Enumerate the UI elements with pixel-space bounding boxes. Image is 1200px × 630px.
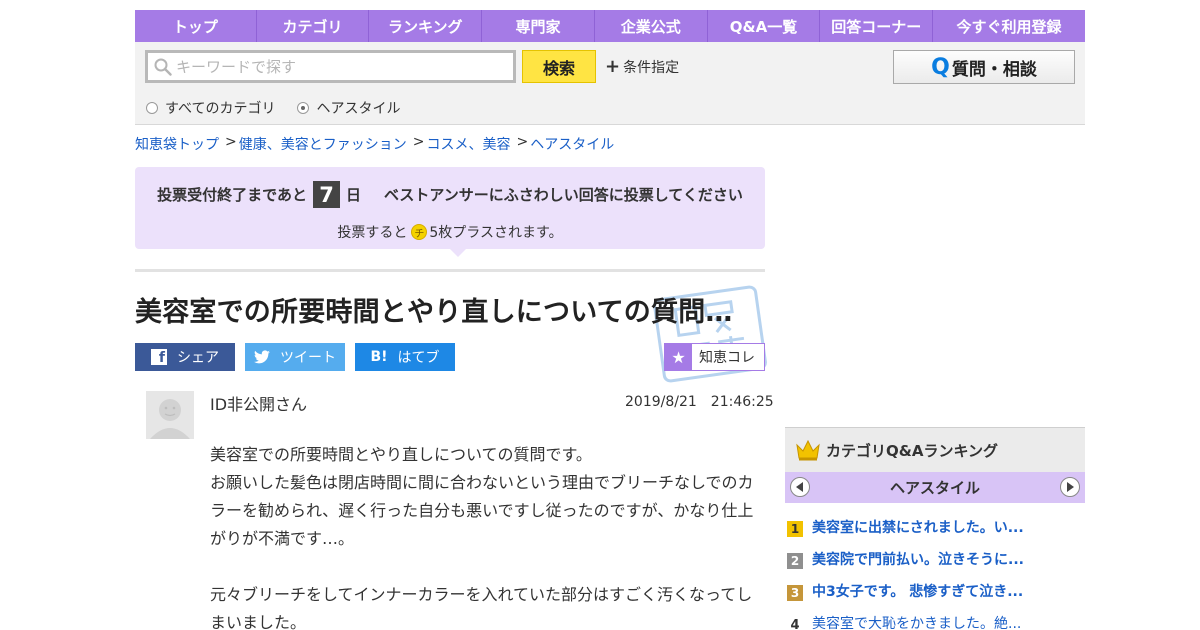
radio-all-categories[interactable]: すべてのカテゴリ [146, 98, 275, 118]
facebook-share-label: シェア [177, 350, 219, 366]
hatena-bookmark-label: はてブ [397, 350, 440, 366]
radio-current-label: ヘアスタイル [316, 101, 401, 117]
ranking-category-bar: ヘアスタイル [785, 472, 1085, 503]
ranking-item-link[interactable]: 中3女子です。 悲惨すぎて泣き... [812, 581, 1023, 603]
radio-off-icon [146, 102, 158, 114]
ranking-item-link[interactable]: 美容室で大恥をかきました。絶... [812, 613, 1021, 630]
hatena-bookmark-icon: B! [370, 349, 388, 365]
radio-on-icon [297, 102, 310, 114]
ranking-category-name: ヘアスタイル [889, 479, 980, 497]
nav-register[interactable]: 今すぐ利用登録 [933, 10, 1085, 42]
condition-toggle[interactable]: + 条件指定 [605, 57, 679, 77]
ranking-title: カテゴリQ&Aランキング [826, 441, 998, 460]
ranking-prev-button[interactable] [790, 477, 810, 497]
ranking-item: 4 美容室で大恥をかきました。絶... [785, 613, 1085, 630]
question-title: 美容室での所要時間とやり直しについての質問… [135, 297, 733, 328]
vote-reward-suffix: 5枚プラスされます。 [429, 225, 563, 241]
search-box [145, 50, 516, 83]
radio-current-category[interactable]: ヘアスタイル [297, 98, 400, 118]
search-band: 検索 + 条件指定 Q 質問・相談 すべてのカテゴリ ヘアスタイル [135, 42, 1085, 125]
facebook-share-button[interactable]: f シェア [135, 343, 235, 371]
ranking-item: 2 美容院で門前払い。泣きそうに... [785, 549, 1085, 581]
twitter-share-label: ツイート [280, 350, 336, 366]
avatar [146, 391, 194, 439]
rank-number-badge: 3 [787, 585, 803, 601]
search-button[interactable]: 検索 [522, 50, 596, 83]
question-body: 美容室での所要時間とやり直しについての質問です。 お願いした髪色は閉店時間に間に… [210, 441, 755, 630]
twitter-bird-icon [254, 350, 270, 364]
nav-experts[interactable]: 専門家 [482, 10, 595, 42]
vote-banner-tail [450, 249, 466, 257]
twitter-share-button[interactable]: ツイート [245, 343, 345, 371]
ask-question-label: 質問・相談 [951, 59, 1037, 80]
chiekore-button[interactable]: ★ 知恵コレ [664, 343, 765, 371]
question-body-paragraph: 元々ブリーチをしてインナーカラーを入れていた部分はすごく汚くなってしまいました。 [210, 585, 753, 630]
nav-category[interactable]: カテゴリ [257, 10, 370, 42]
breadcrumb-link-health[interactable]: 健康、美容とファッション [239, 134, 407, 154]
breadcrumb-link-cosme[interactable]: コスメ、美容 [426, 134, 510, 154]
global-nav: トップ カテゴリ ランキング 専門家 企業公式 Q&A一覧 回答コーナー 今すぐ… [135, 10, 1085, 42]
condition-label: 条件指定 [623, 60, 680, 76]
hatena-bookmark-button[interactable]: B! はてブ [355, 343, 455, 371]
crown-icon [796, 439, 820, 461]
chevron-left-icon [796, 482, 803, 492]
ranking-item-link[interactable]: 美容院で門前払い。泣きそうに... [812, 549, 1024, 571]
search-input[interactable] [176, 57, 496, 76]
chie-coin-icon: チ [411, 224, 428, 240]
divider [135, 269, 765, 272]
vote-message: ベストアンサーにふさわしい回答に投票してください [384, 186, 743, 204]
nav-ranking[interactable]: ランキング [369, 10, 483, 42]
nav-top[interactable]: トップ [135, 10, 257, 42]
nav-official[interactable]: 企業公式 [595, 10, 708, 42]
default-user-icon [146, 391, 194, 439]
breadcrumb: 知恵袋トップ > 健康、美容とファッション > コスメ、美容 > ヘアスタイル [135, 134, 614, 154]
ranking-list: 1 美容室に出禁にされました。い... 2 美容院で門前払い。泣きそうに... … [785, 517, 1085, 630]
vote-day-unit: 日 [346, 186, 362, 204]
vote-reward-prefix: 投票すると [337, 225, 408, 241]
question-body-paragraph: 美容室での所要時間とやり直しについての質問です。 お願いした髪色は閉店時間に間に… [210, 445, 754, 548]
ranking-item: 1 美容室に出禁にされました。い... [785, 517, 1085, 549]
nav-qa-list[interactable]: Q&A一覧 [708, 10, 821, 42]
breadcrumb-separator: > [225, 134, 237, 150]
star-icon: ★ [665, 344, 692, 370]
breadcrumb-separator: > [516, 134, 529, 150]
plus-icon: + [605, 56, 621, 77]
radio-all-label: すべてのカテゴリ [165, 101, 276, 117]
ask-question-button[interactable]: Q 質問・相談 [893, 50, 1075, 84]
rank-number-badge: 2 [787, 553, 803, 569]
vote-deadline: 投票受付終了まであと 7 日 ベストアンサーにふさわしい回答に投票してください [135, 181, 765, 208]
chevron-right-icon [1067, 482, 1074, 492]
questioner-name: ID非公開さん [210, 395, 308, 414]
ranking-item-link[interactable]: 美容室に出禁にされました。い... [812, 517, 1024, 539]
vote-banner: 投票受付終了まであと 7 日 ベストアンサーにふさわしい回答に投票してください … [135, 167, 765, 257]
ranking-item: 3 中3女子です。 悲惨すぎて泣き... [785, 581, 1085, 613]
question-date: 2019/8/21 21:46:25 [625, 394, 774, 410]
rank-number: 4 [790, 617, 800, 630]
facebook-icon: f [151, 349, 167, 365]
rank-number-badge: 1 [787, 521, 803, 537]
vote-prefix: 投票受付終了まであと [157, 186, 308, 204]
vote-reward: 投票すると チ 5枚プラスされます。 [135, 222, 765, 242]
chiekore-label: 知恵コレ [699, 350, 755, 366]
breadcrumb-separator: > [412, 134, 425, 150]
ranking-next-button[interactable] [1060, 477, 1080, 497]
q-logo-icon: Q [931, 54, 950, 80]
nav-answer-corner[interactable]: 回答コーナー [820, 10, 934, 42]
breadcrumb-link-top[interactable]: 知恵袋トップ [135, 134, 219, 154]
search-icon [154, 58, 172, 76]
ranking-header: カテゴリQ&Aランキング [785, 427, 1085, 472]
breadcrumb-link-hairstyle[interactable]: ヘアスタイル [530, 134, 614, 154]
search-scope: すべてのカテゴリ ヘアスタイル [146, 98, 422, 118]
vote-days: 7 [313, 181, 341, 208]
